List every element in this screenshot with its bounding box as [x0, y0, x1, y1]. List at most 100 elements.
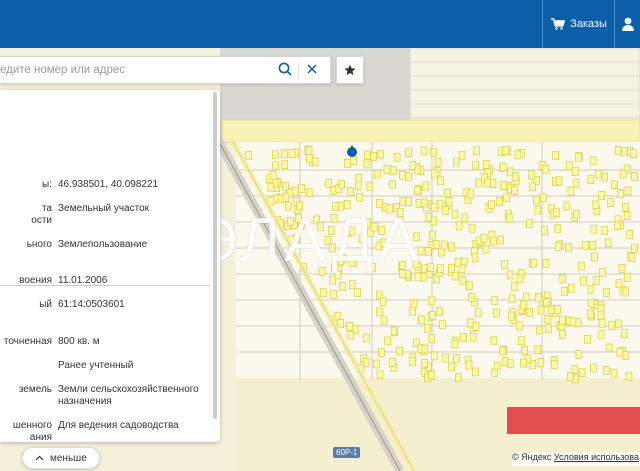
land-plot[interactable] [421, 359, 428, 368]
land-plot[interactable] [444, 188, 451, 198]
land-plot[interactable] [591, 252, 598, 262]
land-plot[interactable] [377, 348, 385, 357]
land-plot[interactable] [427, 296, 435, 306]
land-plot[interactable] [370, 152, 377, 161]
land-plot[interactable] [460, 333, 468, 342]
land-plot[interactable] [501, 260, 508, 270]
land-plot[interactable] [465, 360, 473, 370]
land-plot[interactable] [455, 221, 463, 231]
land-plot[interactable] [356, 193, 364, 202]
land-plot[interactable] [390, 326, 398, 336]
land-plot[interactable] [499, 162, 507, 172]
land-plot[interactable] [622, 351, 629, 360]
land-plot[interactable] [604, 238, 612, 248]
land-plot[interactable] [610, 368, 618, 378]
land-plot[interactable] [472, 367, 479, 377]
land-plot[interactable] [473, 146, 480, 156]
land-plot[interactable] [448, 362, 455, 372]
land-plot[interactable] [529, 182, 536, 192]
land-plot[interactable] [589, 241, 597, 250]
land-plot[interactable] [542, 259, 550, 268]
land-plot[interactable] [306, 154, 313, 163]
land-plot[interactable] [534, 292, 542, 302]
land-plot[interactable] [271, 150, 279, 160]
land-plot[interactable] [439, 320, 446, 329]
land-plot[interactable] [422, 181, 430, 191]
land-plot[interactable] [575, 152, 582, 162]
land-plot[interactable] [448, 242, 455, 252]
land-plot[interactable] [405, 172, 412, 181]
land-plot[interactable] [537, 358, 545, 367]
land-plot[interactable] [542, 298, 550, 307]
land-plot[interactable] [569, 317, 577, 327]
land-plot[interactable] [373, 359, 380, 369]
land-plot[interactable] [589, 156, 597, 166]
land-plot[interactable] [561, 286, 569, 296]
land-plot[interactable] [428, 334, 436, 343]
land-plot[interactable] [542, 164, 549, 174]
search-icon[interactable] [278, 62, 292, 81]
land-plot[interactable] [363, 333, 370, 343]
land-plot[interactable] [614, 319, 622, 329]
land-plot[interactable] [434, 157, 442, 167]
land-plot[interactable] [445, 197, 453, 206]
land-plot[interactable] [616, 347, 624, 357]
land-plot[interactable] [563, 201, 571, 211]
land-plot[interactable] [617, 189, 624, 198]
land-plot[interactable] [534, 205, 542, 215]
land-plot[interactable] [437, 264, 444, 273]
land-plot[interactable] [499, 346, 507, 356]
land-plot[interactable] [376, 370, 384, 380]
land-plot[interactable] [514, 150, 522, 160]
land-plot[interactable] [459, 276, 467, 285]
land-plot[interactable] [409, 161, 417, 170]
land-plot[interactable] [619, 169, 627, 179]
land-plot[interactable] [346, 321, 354, 331]
land-plot[interactable] [389, 179, 396, 189]
land-plot[interactable] [530, 258, 538, 268]
land-plot[interactable] [429, 230, 436, 240]
land-plot[interactable] [623, 211, 631, 220]
land-plot[interactable] [555, 176, 563, 186]
land-plot[interactable] [420, 146, 428, 156]
land-plot[interactable] [622, 203, 629, 212]
land-plot[interactable] [393, 153, 401, 162]
land-plot[interactable] [453, 157, 460, 167]
land-plot[interactable] [575, 350, 583, 359]
less-button[interactable]: меньше [22, 447, 100, 469]
land-plot[interactable] [329, 275, 336, 285]
land-plot[interactable] [559, 274, 567, 284]
land-plot[interactable] [305, 188, 313, 198]
land-plot[interactable] [298, 184, 305, 193]
land-plot[interactable] [472, 321, 480, 331]
land-plot[interactable] [541, 226, 548, 235]
land-plot[interactable] [497, 235, 505, 245]
land-plot[interactable] [311, 157, 319, 167]
land-plot[interactable] [427, 263, 434, 273]
land-plot[interactable] [621, 147, 628, 157]
land-plot[interactable] [267, 182, 275, 192]
land-plot[interactable] [469, 332, 477, 342]
land-plot[interactable] [491, 296, 498, 305]
land-plot[interactable] [424, 247, 432, 256]
land-plot[interactable] [537, 305, 545, 315]
land-plot[interactable] [602, 365, 610, 375]
land-plot[interactable] [534, 345, 542, 355]
land-plot[interactable] [424, 323, 431, 333]
land-plot[interactable] [467, 189, 475, 199]
land-plot[interactable] [564, 242, 572, 252]
land-plot[interactable] [388, 357, 396, 367]
land-plot[interactable] [577, 261, 585, 271]
land-plot[interactable] [425, 212, 433, 222]
land-plot[interactable] [599, 267, 606, 277]
land-plot[interactable] [505, 213, 513, 223]
land-plot[interactable] [506, 167, 514, 177]
land-plot[interactable] [608, 321, 616, 330]
land-plot[interactable] [571, 167, 579, 176]
land-plot[interactable] [611, 180, 619, 189]
land-plot[interactable] [587, 309, 594, 319]
land-plot[interactable] [348, 280, 356, 289]
land-plot[interactable] [605, 343, 613, 353]
land-plot[interactable] [624, 186, 632, 196]
land-plot[interactable] [468, 293, 476, 302]
